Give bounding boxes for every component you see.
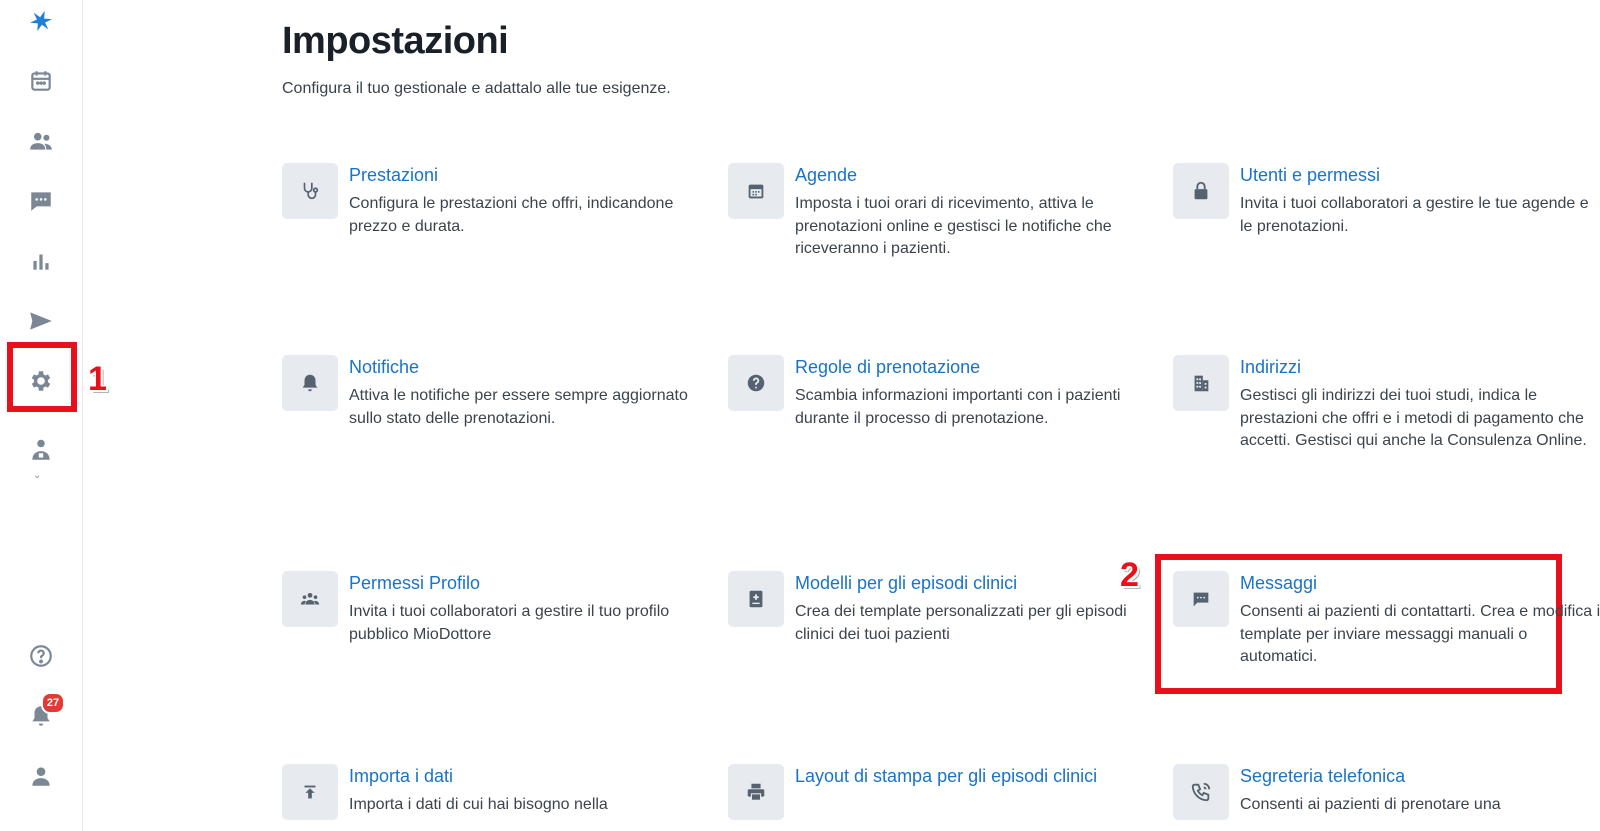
card-description: Attiva le notifiche per essere sempre ag… xyxy=(349,387,688,427)
card-title[interactable]: Permessi Profilo xyxy=(349,570,679,597)
card-title[interactable]: Regole di prenotazione xyxy=(795,354,1125,381)
upload-icon xyxy=(282,764,338,820)
page-title: Impostazioni xyxy=(282,20,509,62)
question-icon xyxy=(728,355,784,411)
card-title[interactable]: Modelli per gli episodi clinici xyxy=(795,570,1125,597)
stethoscope-icon xyxy=(282,163,338,219)
help-icon[interactable] xyxy=(21,636,61,676)
stats-icon[interactable] xyxy=(21,241,61,281)
send-icon[interactable] xyxy=(21,301,61,341)
highlight-box-settings xyxy=(7,342,77,412)
doctor-icon[interactable] xyxy=(21,430,61,470)
card-title[interactable]: Agende xyxy=(795,162,1125,189)
card-description: Consenti ai pazienti di prenotare una xyxy=(1240,796,1501,813)
building-icon xyxy=(1173,355,1229,411)
lock-icon xyxy=(1173,163,1229,219)
card-title[interactable]: Segreteria telefonica xyxy=(1240,763,1570,790)
chevron-down-icon[interactable]: ⌄ xyxy=(33,470,41,481)
step-number-1: 1 xyxy=(88,360,107,398)
calendar-icon[interactable] xyxy=(21,61,61,101)
card-description: Configura le prestazioni che offri, indi… xyxy=(349,195,674,235)
notification-count-badge: 27 xyxy=(41,692,65,714)
card-title[interactable]: Prestazioni xyxy=(349,162,679,189)
card-title[interactable]: Messaggi xyxy=(1240,570,1570,597)
messages-icon[interactable] xyxy=(21,181,61,221)
bell-icon xyxy=(282,355,338,411)
card-description: Imposta i tuoi orari di ricevimento, att… xyxy=(795,195,1112,257)
sidebar: ⌄ 27 xyxy=(0,0,83,831)
card-title[interactable]: Utenti e permessi xyxy=(1240,162,1570,189)
group-icon xyxy=(282,571,338,627)
calendar-icon xyxy=(728,163,784,219)
card-title[interactable]: Indirizzi xyxy=(1240,354,1570,381)
card-description: Invita i tuoi collaboratori a gestire il… xyxy=(349,603,670,643)
patients-icon[interactable] xyxy=(21,121,61,161)
card-description: Scambia informazioni importanti con i pa… xyxy=(795,387,1121,427)
card-description: Consenti ai pazienti di contattarti. Cre… xyxy=(1240,603,1600,665)
logo-icon[interactable] xyxy=(21,1,61,41)
medical-book-icon xyxy=(728,571,784,627)
card-title[interactable]: Importa i dati xyxy=(349,763,679,790)
card-description: Gestisci gli indirizzi dei tuoi studi, i… xyxy=(1240,387,1587,449)
page-subtitle: Configura il tuo gestionale e adattalo a… xyxy=(282,80,671,97)
card-description: Crea dei template personalizzati per gli… xyxy=(795,603,1127,643)
bell-icon[interactable]: 27 xyxy=(21,692,65,736)
user-icon[interactable] xyxy=(21,756,61,796)
card-description: Importa i dati di cui hai bisogno nella xyxy=(349,796,608,813)
card-title[interactable]: Layout di stampa per gli episodi clinici xyxy=(795,763,1125,790)
chat-icon xyxy=(1173,571,1229,627)
printer-icon xyxy=(728,764,784,820)
card-description: Invita i tuoi collaboratori a gestire le… xyxy=(1240,195,1589,235)
phone-icon xyxy=(1173,764,1229,820)
card-title[interactable]: Notifiche xyxy=(349,354,679,381)
